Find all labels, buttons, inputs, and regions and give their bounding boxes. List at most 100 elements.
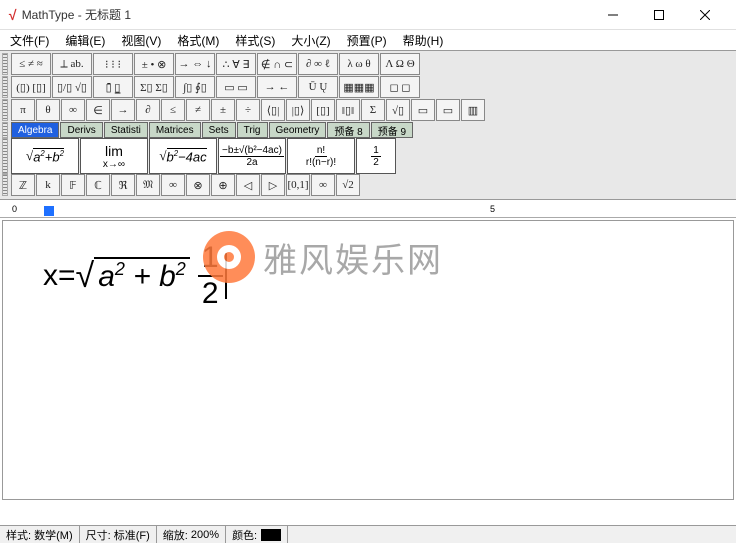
tpl-bracket[interactable]: [▯]: [311, 99, 335, 121]
tpl-matrix[interactable]: ▥: [461, 99, 485, 121]
sym-infty2[interactable]: ∞: [161, 174, 185, 196]
sym-le[interactable]: ≤: [161, 99, 185, 121]
palette-fractions[interactable]: ▯/▯ √▯: [52, 76, 92, 98]
sym-otimes[interactable]: ⊗: [186, 174, 210, 196]
sym-m[interactable]: 𝔐: [136, 174, 160, 196]
palette-row-3: π θ ∞ ∈ → ∂ ≤ ≠ ± ÷ ⟨▯| |▯⟩ [▯] ‖▯‖ Σ √▯…: [2, 99, 734, 121]
minimize-button[interactable]: [590, 0, 636, 30]
sym-partial[interactable]: ∂: [136, 99, 160, 121]
tab-geometry[interactable]: Geometry: [269, 122, 327, 138]
template-binomial[interactable]: n!r!(n−r)!: [287, 138, 355, 174]
status-zoom[interactable]: 缩放: 200%: [157, 526, 226, 543]
palette-boxes[interactable]: ▭ ▭: [216, 76, 256, 98]
tpl-bra[interactable]: ⟨▯|: [261, 99, 285, 121]
sym-infty[interactable]: ∞: [61, 99, 85, 121]
palette-operators[interactable]: ± • ⊗: [134, 53, 174, 75]
grip[interactable]: [2, 99, 8, 121]
watermark-icon: [203, 231, 255, 283]
palette-sums[interactable]: Σ▯ Σ▯: [134, 76, 174, 98]
tpl-box2[interactable]: ▭: [436, 99, 460, 121]
equation-canvas[interactable]: x= √ a2 + b2 1 2 雅风娱乐网: [2, 220, 734, 500]
tpl-box1[interactable]: ▭: [411, 99, 435, 121]
sym-infty3[interactable]: ∞: [311, 174, 335, 196]
grip[interactable]: [2, 138, 8, 174]
palette-greek-upper[interactable]: Λ Ω Θ: [380, 53, 420, 75]
tab-sets[interactable]: Sets: [202, 122, 236, 138]
menu-style[interactable]: 样式(S): [229, 32, 281, 49]
menu-edit[interactable]: 编辑(E): [59, 32, 111, 49]
app-icon: √: [8, 7, 16, 23]
menu-bar: 文件(F) 编辑(E) 视图(V) 格式(M) 样式(S) 大小(Z) 预置(P…: [0, 30, 736, 50]
tab-matrices[interactable]: Matrices: [149, 122, 201, 138]
sym-div[interactable]: ÷: [236, 99, 260, 121]
menu-help[interactable]: 帮助(H): [397, 32, 450, 49]
palette-matrix[interactable]: ▦▦▦: [339, 76, 379, 98]
sym-ne[interactable]: ≠: [186, 99, 210, 121]
grip[interactable]: [2, 53, 8, 75]
palette-labeled-arrows[interactable]: → ←: [257, 76, 297, 98]
template-half[interactable]: 12: [356, 138, 396, 174]
palette-bars[interactable]: ▯̄ ▯̲: [93, 76, 133, 98]
template-discriminant[interactable]: √b2−4ac: [149, 138, 217, 174]
menu-preset[interactable]: 预置(P): [341, 32, 393, 49]
sym-k[interactable]: k: [36, 174, 60, 196]
palette-relations[interactable]: ≤ ≠ ≈: [11, 53, 51, 75]
sym-oplus[interactable]: ⊕: [211, 174, 235, 196]
palette-greek-lower[interactable]: λ ω θ: [339, 53, 379, 75]
palette-row-1: ≤ ≠ ≈ ⟂ ab. ⁝ ⁝ ⁝ ± • ⊗ → ⇔ ↓ ∴ ∀ ∃ ∉ ∩ …: [2, 53, 734, 75]
tab-statistics[interactable]: Statisti: [104, 122, 148, 138]
sym-theta[interactable]: θ: [36, 99, 60, 121]
menu-file[interactable]: 文件(F): [4, 32, 55, 49]
palette-logic[interactable]: ∴ ∀ ∃: [216, 53, 256, 75]
tab-algebra[interactable]: Algebra: [11, 122, 59, 138]
tpl-sqrt[interactable]: √▯: [386, 99, 410, 121]
palette-accents[interactable]: Ū Ų: [298, 76, 338, 98]
menu-view[interactable]: 视图(V): [115, 32, 167, 49]
status-style[interactable]: 样式: 数学(M): [0, 526, 80, 543]
status-color[interactable]: 颜色:: [226, 526, 288, 543]
tab-preset8[interactable]: 预备 8: [327, 122, 369, 138]
palette-dots[interactable]: ⁝ ⁝ ⁝: [93, 53, 133, 75]
close-button[interactable]: [682, 0, 728, 30]
palette-arrows[interactable]: → ⇔ ↓: [175, 53, 215, 75]
status-bar: 样式: 数学(M) 尺寸: 标准(F) 缩放: 200% 颜色:: [0, 525, 736, 543]
menu-format[interactable]: 格式(M): [171, 32, 225, 49]
menu-size[interactable]: 大小(Z): [285, 32, 336, 49]
sym-in[interactable]: ∈: [86, 99, 110, 121]
palette-integrals[interactable]: ∫▯ ∮▯: [175, 76, 215, 98]
template-quadratic[interactable]: −b±√(b²−4ac)2a: [218, 138, 286, 174]
grip[interactable]: [2, 122, 8, 138]
tab-preset9[interactable]: 预备 9: [371, 122, 413, 138]
status-size[interactable]: 尺寸: 标准(F): [80, 526, 157, 543]
sym-triangleleft[interactable]: ◁: [236, 174, 260, 196]
sym-sqrt2[interactable]: √2: [336, 174, 360, 196]
sym-arrow[interactable]: →: [111, 99, 135, 121]
palette-set[interactable]: ∉ ∩ ⊂: [257, 53, 297, 75]
maximize-button[interactable]: [636, 0, 682, 30]
sym-pi[interactable]: π: [11, 99, 35, 121]
ruler[interactable]: 0 5: [0, 200, 736, 218]
tpl-ket[interactable]: |▯⟩: [286, 99, 310, 121]
palette-spaces[interactable]: ⟂ ab.: [52, 53, 92, 75]
sym-triangleright[interactable]: ▷: [261, 174, 285, 196]
grip[interactable]: [2, 174, 8, 196]
sym-pm[interactable]: ±: [211, 99, 235, 121]
tab-derivs[interactable]: Derivs: [60, 122, 102, 138]
tpl-norm[interactable]: ‖▯‖: [336, 99, 360, 121]
grip[interactable]: [2, 76, 8, 98]
sym-interval[interactable]: [0,1]: [286, 174, 310, 196]
sym-z[interactable]: ℤ: [11, 174, 35, 196]
tpl-sum[interactable]: Σ: [361, 99, 385, 121]
palette-fences[interactable]: (▯) [▯]: [11, 76, 51, 98]
palette-misc[interactable]: ∂ ∞ ℓ: [298, 53, 338, 75]
template-limit[interactable]: limx→∞: [80, 138, 148, 174]
sym-c[interactable]: ℂ: [86, 174, 110, 196]
ruler-mark-5: 5: [490, 204, 495, 214]
palette-boxes2[interactable]: ◻ ◻: [380, 76, 420, 98]
palette-row-5: ℤ k 𝔽 ℂ ℜ 𝔐 ∞ ⊗ ⊕ ◁ ▷ [0,1] ∞ √2: [2, 174, 734, 196]
sym-f[interactable]: 𝔽: [61, 174, 85, 196]
sym-r[interactable]: ℜ: [111, 174, 135, 196]
tab-trig[interactable]: Trig: [237, 122, 268, 138]
template-pythag[interactable]: √a2+b2: [11, 138, 79, 174]
ruler-marker[interactable]: [44, 206, 54, 216]
